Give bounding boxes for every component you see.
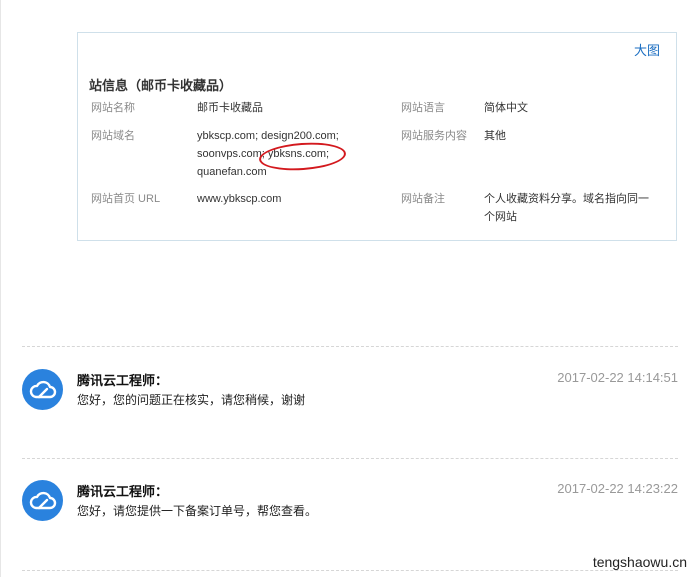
site-info-title: 站信息（邮币卡收藏品） (89, 78, 233, 93)
view-large-image-link[interactable]: 大图 (634, 40, 660, 59)
message-timestamp: 2017-02-22 14:14:51 (557, 370, 678, 385)
site-language-value: 简体中文 (484, 102, 528, 114)
site-service-value: 其他 (484, 130, 506, 142)
message-sender: 腾讯云工程师： (77, 373, 169, 388)
site-domain-label: 网站域名 (91, 130, 135, 142)
message-timestamp: 2017-02-22 14:23:22 (557, 481, 678, 496)
site-language-label: 网站语言 (401, 102, 445, 114)
site-name-value: 邮币卡收藏品 (197, 102, 263, 114)
site-homepage-value: www.ybkscp.com (197, 193, 282, 205)
divider (22, 570, 678, 571)
message-text: 您好，请您提供一下备案订单号，帮您查看。 (77, 504, 318, 518)
site-service-label: 网站服务内容 (401, 130, 467, 142)
tencent-cloud-icon (22, 480, 63, 521)
site-name-label: 网站名称 (91, 102, 135, 114)
left-border (0, 0, 1, 577)
message-1: 腾讯云工程师： 您好，您的问题正在核实，请您稍候，谢谢 2017-02-22 1… (22, 369, 678, 413)
message-2: 腾讯云工程师： 您好，请您提供一下备案订单号，帮您查看。 2017-02-22 … (22, 480, 678, 524)
divider (22, 346, 678, 347)
divider (22, 458, 678, 459)
site-remark-value: 个人收藏资料分享。域名指向同一个网站 (484, 193, 649, 223)
site-info-card: 大图 站信息（邮币卡收藏品） 网站名称 邮币卡收藏品 网站语言 简体中文 网站域… (77, 32, 677, 241)
watermark-text: tengshaowu.cn (592, 554, 687, 570)
message-text: 您好，您的问题正在核实，请您稍候，谢谢 (77, 393, 306, 407)
message-sender: 腾讯云工程师： (77, 484, 169, 499)
tencent-cloud-icon (22, 369, 63, 410)
site-homepage-label: 网站首页 URL (91, 193, 161, 205)
site-remark-label: 网站备注 (401, 193, 445, 205)
